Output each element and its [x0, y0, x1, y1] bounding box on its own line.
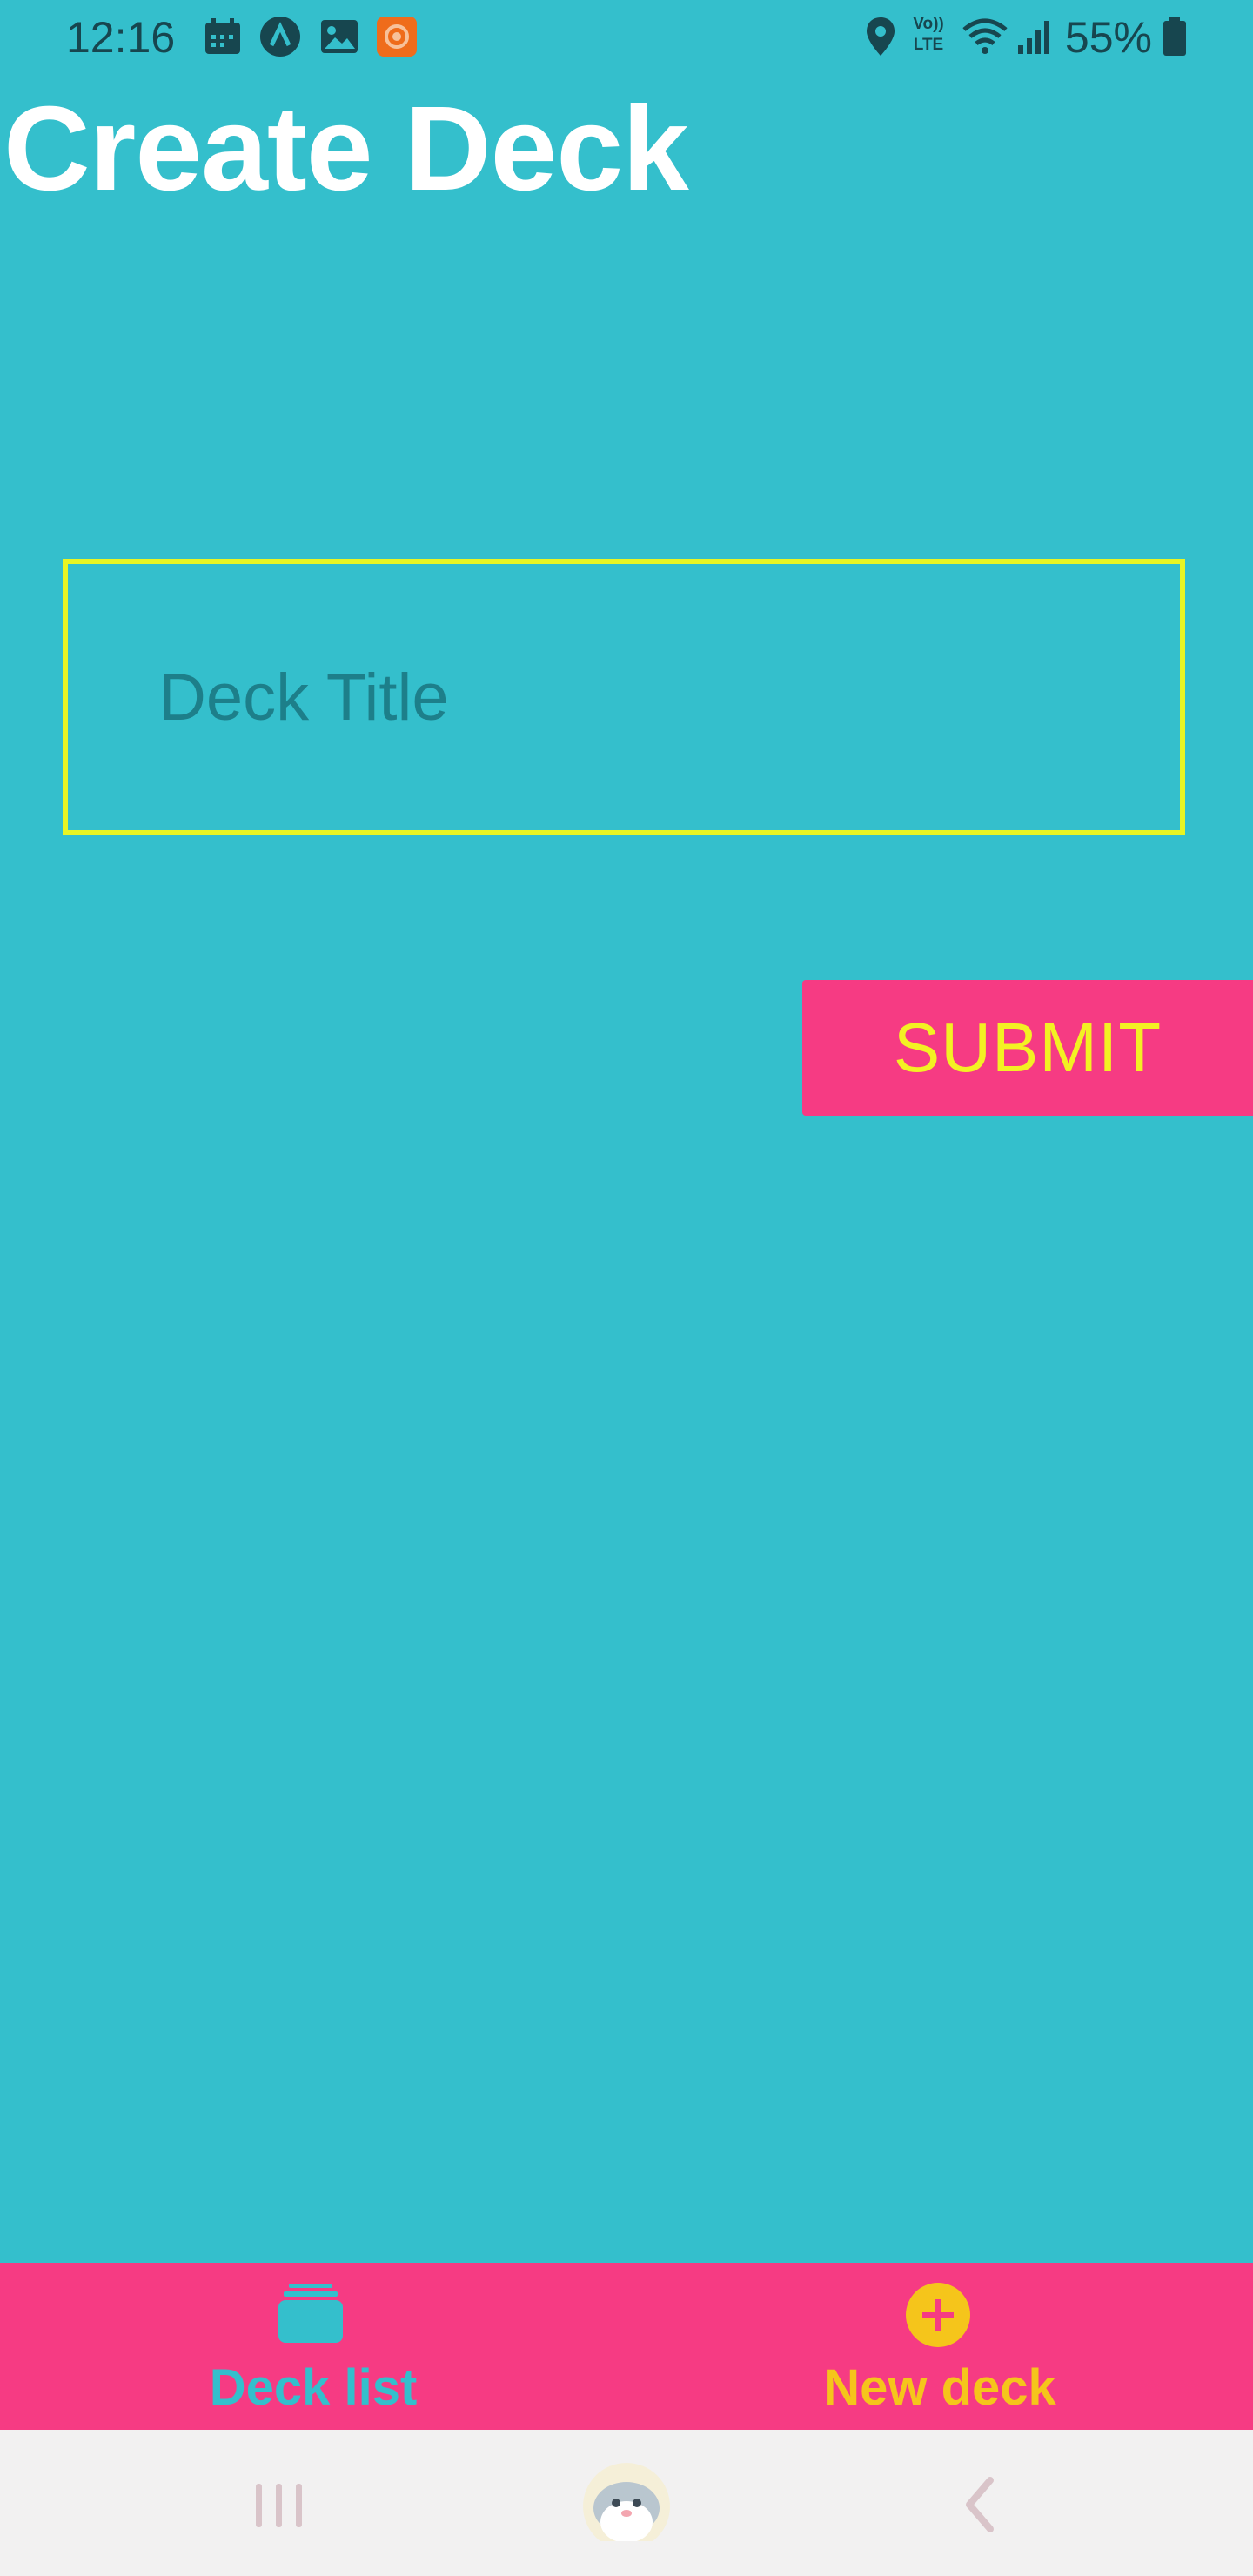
- volte-icon: Vo)) LTE: [913, 15, 944, 54]
- recorder-icon: [377, 17, 417, 57]
- home-icon[interactable]: [576, 2430, 677, 2576]
- battery-icon: [1163, 17, 1186, 56]
- plus-circle-icon: [906, 2283, 970, 2347]
- tab-deck-list-label: Deck list: [209, 2359, 418, 2416]
- submit-button[interactable]: SUBMIT: [802, 980, 1253, 1116]
- calendar-icon: [205, 18, 240, 54]
- system-nav-bar: [0, 2430, 1253, 2576]
- signal-icon: [1018, 21, 1049, 54]
- status-bar: 12:16 Vo)) LTE 55%: [0, 0, 1253, 77]
- bottom-tab-bar: Deck list New deck: [0, 2263, 1253, 2430]
- stack-icon: [278, 2284, 343, 2343]
- back-icon[interactable]: [954, 2430, 1006, 2576]
- deck-title-input[interactable]: [63, 559, 1185, 835]
- app-a-icon: [260, 17, 300, 57]
- status-time: 12:16: [66, 13, 176, 62]
- battery-percent: 55%: [1064, 13, 1152, 62]
- wifi-icon: [962, 18, 1008, 54]
- location-icon: [867, 17, 895, 56]
- tab-deck-list[interactable]: Deck list: [0, 2263, 626, 2430]
- tab-new-deck-label: New deck: [823, 2359, 1056, 2416]
- tab-new-deck[interactable]: New deck: [626, 2263, 1253, 2430]
- recents-icon[interactable]: [244, 2430, 313, 2576]
- gallery-icon: [321, 20, 358, 53]
- page-title: Create Deck: [3, 82, 689, 216]
